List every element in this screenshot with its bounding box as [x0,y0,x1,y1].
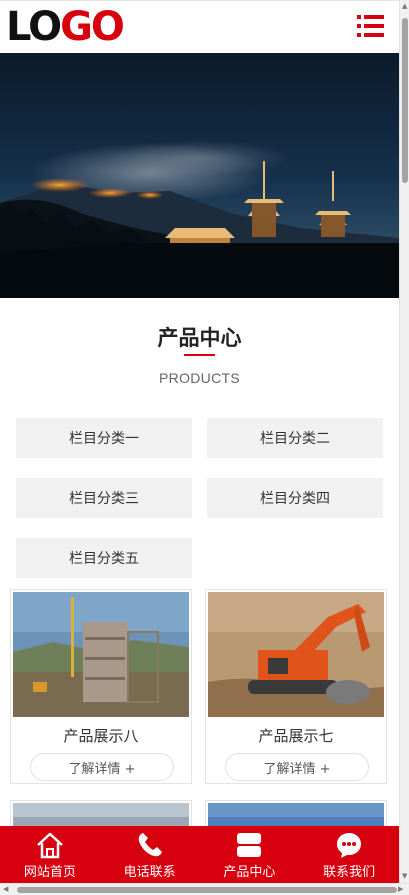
scroll-up-icon[interactable]: ▲ [402,2,407,10]
product-card[interactable]: 产品展示八 了解详情 + [10,589,192,784]
phone-icon [138,833,162,857]
section-title-underline [184,354,215,356]
scroll-left-icon[interactable]: ◀ [3,885,8,893]
scroll-right-icon[interactable]: ▶ [398,885,403,893]
vertical-scrollbar[interactable]: ▲ ▼ [399,0,409,883]
nav-contact[interactable]: 联系我们 [299,826,399,883]
category-button-5[interactable]: 栏目分类五 [16,538,192,578]
banner-image [0,53,399,298]
learn-more-button[interactable]: 了解详情 + [225,753,369,781]
horizontal-scrollbar[interactable]: ◀ ▶ [0,883,409,895]
category-button-3[interactable]: 栏目分类三 [16,478,192,518]
product-image[interactable] [208,592,384,717]
product-image[interactable] [13,592,189,717]
logo-text-red: GO [60,4,125,50]
category-button-1[interactable]: 栏目分类一 [16,418,192,458]
product-title[interactable]: 产品展示八 [11,725,191,746]
horizontal-scrollbar-thumb[interactable] [17,887,397,893]
logo[interactable]: LO GO [6,4,125,50]
nav-phone-label: 电话联系 [123,865,176,880]
vertical-scrollbar-thumb[interactable] [402,18,408,183]
section-subtitle: PRODUCTS [159,370,240,386]
page: LO GO 产品中心 PRODUCTS 栏目分类一 栏目分类二 栏目分类三 栏目… [0,0,399,883]
learn-more-button[interactable]: 了解详情 + [30,753,174,781]
product-card[interactable]: 产品展示七 了解详情 + [205,589,387,784]
hamburger-menu-icon[interactable] [357,15,384,39]
site-header: LO GO [0,0,399,53]
section-title: 产品中心 [157,326,242,350]
home-icon [37,832,63,859]
nav-home-label: 网站首页 [23,865,76,880]
hero-banner [0,53,399,298]
category-button-2[interactable]: 栏目分类二 [207,418,383,458]
bottom-navigation: 网站首页 电话联系 产品中心 联系我们 [0,826,399,883]
chat-icon [337,833,362,858]
nav-home[interactable]: 网站首页 [0,826,100,883]
logo-text-dark: LO [6,4,62,50]
nav-phone[interactable]: 电话联系 [100,826,200,883]
product-title[interactable]: 产品展示七 [206,725,386,746]
nav-products[interactable]: 产品中心 [200,826,300,883]
product-icon [237,833,262,857]
nav-products-label: 产品中心 [223,865,276,880]
nav-contact-label: 联系我们 [323,865,376,880]
category-button-4[interactable]: 栏目分类四 [207,478,383,518]
scroll-down-icon[interactable]: ▼ [402,872,407,880]
